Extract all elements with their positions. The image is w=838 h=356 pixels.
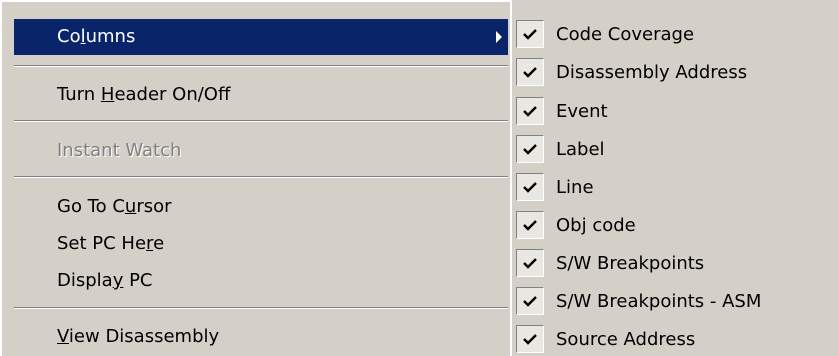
- context-menu-screen: Columns Turn Header On/Off Instant Watch…: [0, 0, 838, 356]
- menu-item-label: Set PC Here: [57, 233, 165, 254]
- menu-separator: [14, 176, 508, 178]
- checkmark-icon: [516, 135, 544, 163]
- menu-item-label: View Disassembly: [57, 326, 220, 347]
- menu-item-label: Display PC: [57, 270, 153, 291]
- submenu-item-label-column[interactable]: Label: [514, 132, 838, 168]
- submenu-item-line[interactable]: Line: [514, 170, 838, 206]
- menu-item-instant-watch: Instant Watch: [14, 133, 508, 169]
- submenu-item-sw-breakpoints[interactable]: S/W Breakpoints: [514, 246, 838, 282]
- submenu-item-label: S/W Breakpoints - ASM: [556, 291, 762, 312]
- menu-item-view-disassembly[interactable]: View Disassembly: [14, 319, 508, 355]
- checkmark-icon: [516, 249, 544, 277]
- submenu-arrow-icon: [496, 31, 502, 43]
- checkmark-icon: [516, 58, 544, 86]
- submenu-item-label: Obj code: [556, 215, 636, 236]
- checkmark-icon: [516, 325, 544, 353]
- checkmark-icon: [516, 287, 544, 315]
- checkmark-icon: [516, 97, 544, 125]
- menu-separator: [14, 307, 508, 309]
- menu-separator: [14, 120, 508, 122]
- submenu-item-label: Event: [556, 101, 608, 122]
- submenu-item-label: Disassembly Address: [556, 62, 748, 83]
- checkmark-icon: [516, 173, 544, 201]
- menu-item-turn-header[interactable]: Turn Header On/Off: [14, 77, 508, 113]
- checkmark-icon: [516, 20, 544, 48]
- menu-item-columns[interactable]: Columns: [14, 19, 508, 55]
- submenu-item-source-address[interactable]: Source Address: [514, 322, 838, 356]
- menu-item-set-pc-here[interactable]: Set PC Here: [14, 226, 508, 262]
- submenu-item-label: Label: [556, 139, 605, 160]
- submenu-item-event[interactable]: Event: [514, 94, 838, 130]
- submenu-item-label: Line: [556, 177, 594, 198]
- submenu-item-code-coverage[interactable]: Code Coverage: [514, 17, 838, 53]
- submenu-item-label: S/W Breakpoints: [556, 253, 705, 274]
- submenu-item-label: Code Coverage: [556, 24, 695, 45]
- checkmark-icon: [516, 211, 544, 239]
- menu-item-display-pc[interactable]: Display PC: [14, 263, 508, 299]
- columns-submenu: Code Coverage Disassembly Address Event …: [510, 0, 838, 356]
- submenu-item-sw-breakpoints-asm[interactable]: S/W Breakpoints - ASM: [514, 284, 838, 320]
- menu-item-label: Go To Cursor: [57, 196, 172, 217]
- submenu-item-disassembly-address[interactable]: Disassembly Address: [514, 55, 838, 91]
- context-menu: Columns Turn Header On/Off Instant Watch…: [0, 0, 510, 356]
- submenu-item-obj-code[interactable]: Obj code: [514, 208, 838, 244]
- menu-item-label: Turn Header On/Off: [57, 84, 231, 105]
- menu-item-label: Instant Watch: [57, 140, 182, 161]
- menu-separator: [14, 65, 508, 67]
- menu-item-label: Columns: [57, 26, 136, 47]
- submenu-item-label: Source Address: [556, 329, 696, 350]
- menu-item-go-to-cursor[interactable]: Go To Cursor: [14, 189, 508, 225]
